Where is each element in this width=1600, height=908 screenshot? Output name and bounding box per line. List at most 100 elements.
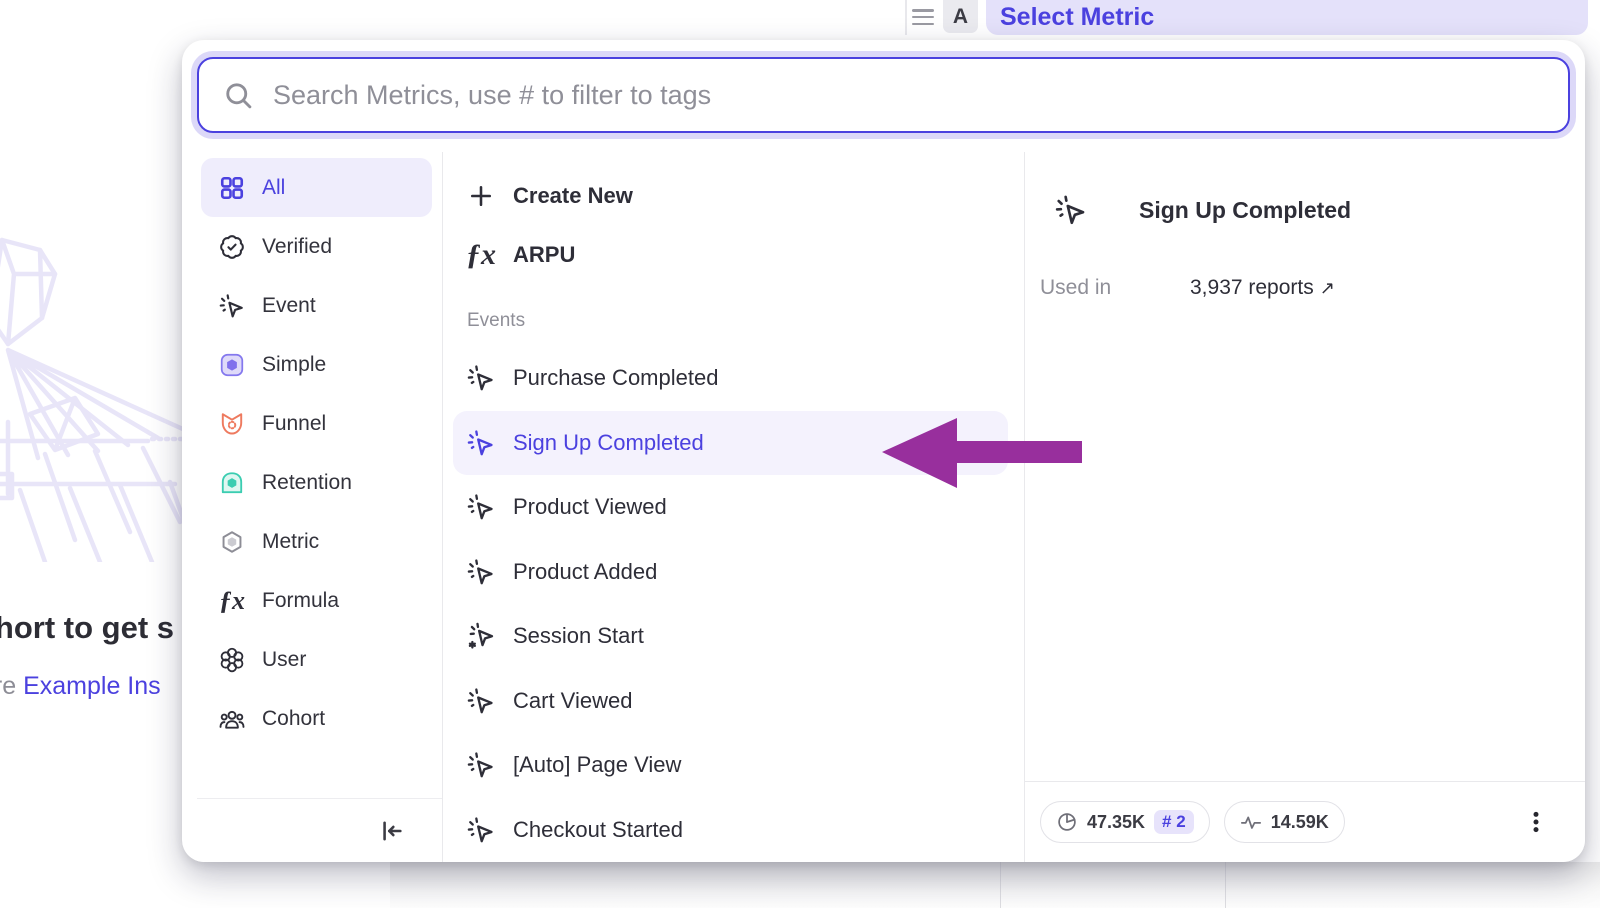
event-cursor-icon <box>467 364 495 392</box>
search-input[interactable] <box>273 80 1544 111</box>
background-column-divider <box>1225 858 1226 908</box>
event-label: Sign Up Completed <box>513 430 704 456</box>
metric-picker-dialog: All Verified Event Simple Funnel <box>182 40 1585 862</box>
create-new-label: Create New <box>513 183 633 209</box>
list-item-event[interactable]: Purchase Completed <box>453 346 1008 411</box>
external-link-arrow-icon: ↗ <box>1320 278 1335 299</box>
event-label: [Auto] Page View <box>513 752 681 778</box>
sidebar-item-simple[interactable]: Simple <box>201 335 432 394</box>
sidebar-item-formula[interactable]: ƒx Formula <box>201 571 432 630</box>
background-headline-fragment: ohort to get s <box>0 610 206 646</box>
detail-footer: 47.35K # 2 14.59K <box>1025 781 1585 862</box>
metric-list: Create New ƒx ARPU Events Purchase Compl… <box>443 152 1025 862</box>
event-label: Product Viewed <box>513 494 667 520</box>
session-start-icon <box>467 622 495 650</box>
event-cursor-icon <box>467 751 495 779</box>
series-a-badge: A <box>943 0 978 33</box>
detail-header: Sign Up Completed <box>1055 194 1351 226</box>
event-cursor-icon <box>467 558 495 586</box>
sidebar-item-label: Cohort <box>262 707 325 731</box>
cohort-people-icon <box>219 706 245 732</box>
event-label: Product Added <box>513 559 657 585</box>
select-metric-row[interactable]: Select Metric <box>986 0 1588 35</box>
sidebar-item-event[interactable]: Event <box>201 276 432 335</box>
grid-icon <box>219 175 245 201</box>
collapse-left-icon[interactable] <box>374 814 408 848</box>
pie-chart-icon <box>1056 811 1078 833</box>
dialog-body: All Verified Event Simple Funnel <box>182 152 1585 862</box>
list-item-event[interactable]: Checkout Started <box>453 798 1008 863</box>
event-label: Checkout Started <box>513 817 683 843</box>
rank-chip: # 2 <box>1154 810 1194 834</box>
background-link-line: ore Example Ins <box>0 672 205 701</box>
sidebar-item-label: Verified <box>262 235 332 259</box>
wireframe-illustration <box>0 222 200 562</box>
events-section-header: Events <box>453 284 1008 346</box>
funnel-icon <box>219 411 245 437</box>
sidebar-item-label: Formula <box>262 589 339 613</box>
filter-sidebar: All Verified Event Simple Funnel <box>197 152 443 862</box>
retention-icon <box>219 470 245 496</box>
create-new-button[interactable]: Create New <box>453 166 1008 225</box>
used-in-label: Used in <box>1040 276 1190 300</box>
sidebar-item-metric[interactable]: Metric <box>201 512 432 571</box>
sidebar-item-cohort[interactable]: Cohort <box>201 689 432 748</box>
formula-fx-icon: ƒx <box>467 241 495 269</box>
event-cursor-icon <box>1055 194 1087 226</box>
sidebar-item-verified[interactable]: Verified <box>201 217 432 276</box>
event-cursor-icon <box>467 493 495 521</box>
select-metric-label: Select Metric <box>1000 3 1154 32</box>
list-item-event[interactable]: Cart Viewed <box>453 669 1008 734</box>
detail-title: Sign Up Completed <box>1139 197 1351 224</box>
sidebar-item-label: Funnel <box>262 412 326 436</box>
sidebar-item-label: Simple <box>262 353 326 377</box>
sidebar-item-all[interactable]: All <box>201 158 432 217</box>
kebab-menu-icon[interactable] <box>1521 805 1551 839</box>
sidebar-item-label: Event <box>262 294 316 318</box>
verified-badge-icon <box>219 234 245 260</box>
example-insights-link[interactable]: Example Ins <box>23 672 161 700</box>
user-cluster-icon <box>219 647 245 673</box>
activity-icon <box>1240 811 1262 833</box>
sidebar-item-label: All <box>262 176 285 200</box>
sidebar-item-label: Metric <box>262 530 319 554</box>
sidebar-footer <box>197 798 442 862</box>
drag-handle-icon[interactable] <box>912 9 934 25</box>
background-column-divider <box>1000 858 1001 908</box>
event-label: Purchase Completed <box>513 365 718 391</box>
event-cursor-icon <box>467 816 495 844</box>
used-in-reports-link[interactable]: 3,937 reports <box>1190 276 1314 300</box>
metric-hexagon-icon <box>219 529 245 555</box>
stat-value: 47.35K <box>1087 812 1145 833</box>
stat-badge-total[interactable]: 47.35K # 2 <box>1040 801 1210 843</box>
sidebar-item-retention[interactable]: Retention <box>201 453 432 512</box>
event-cursor-icon <box>467 687 495 715</box>
event-cursor-icon <box>219 293 245 319</box>
sidebar-item-label: User <box>262 648 306 672</box>
event-label: Cart Viewed <box>513 688 632 714</box>
metric-detail-panel: Sign Up Completed Used in 3,937 reports … <box>1025 152 1585 862</box>
list-item-event[interactable]: Product Viewed <box>453 475 1008 540</box>
screen: A Select Metric ohort to get s ore Examp… <box>0 0 1600 908</box>
sidebar-item-funnel[interactable]: Funnel <box>201 394 432 453</box>
list-item-event-selected[interactable]: Sign Up Completed <box>453 411 1008 476</box>
background-panel-divider <box>905 0 907 35</box>
plus-icon <box>467 182 495 210</box>
search-bar[interactable] <box>197 57 1570 133</box>
formula-fx-icon: ƒx <box>219 588 245 614</box>
simple-icon <box>219 352 245 378</box>
event-cursor-icon <box>467 429 495 457</box>
list-item-event[interactable]: [Auto] Page View <box>453 733 1008 798</box>
search-icon <box>223 80 253 110</box>
list-item-arpu[interactable]: ƒx ARPU <box>453 225 1008 284</box>
stat-value: 14.59K <box>1271 812 1329 833</box>
event-label: Session Start <box>513 623 644 649</box>
list-item-event[interactable]: Session Start <box>453 604 1008 669</box>
stat-badge-activity[interactable]: 14.59K <box>1224 801 1345 843</box>
link-prefix-text: ore <box>0 672 23 700</box>
arpu-label: ARPU <box>513 242 575 268</box>
background-bottom-strip <box>390 862 1600 908</box>
list-item-event[interactable]: Product Added <box>453 540 1008 605</box>
sidebar-item-user[interactable]: User <box>201 630 432 689</box>
used-in-row: Used in 3,937 reports ↗ <box>1040 276 1335 300</box>
